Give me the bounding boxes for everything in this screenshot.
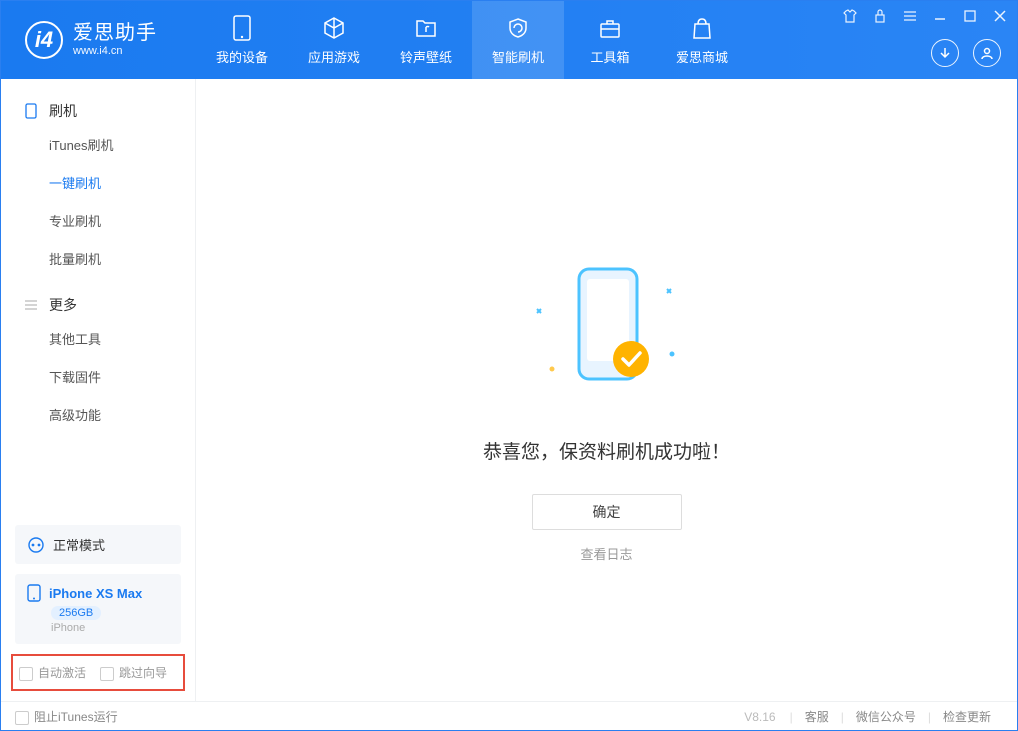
nav-tab-apps[interactable]: 应用游戏 [288,1,380,79]
sidebar-item-batch-flash[interactable]: 批量刷机 [1,239,195,277]
device-mode-box[interactable]: 正常模式 [15,525,181,564]
device-type: iPhone [51,622,169,634]
user-icon[interactable] [973,39,1001,67]
bag-icon [689,15,715,41]
nav-tabs: 我的设备 应用游戏 铃声壁纸 智能刷机 工具箱 爱思商城 [196,1,748,79]
minimize-icon[interactable] [931,7,949,25]
nav-tab-store[interactable]: 爱思商城 [656,1,748,79]
block-itunes-checkbox[interactable]: 阻止iTunes运行 [15,708,118,725]
briefcase-icon [597,15,623,41]
device-info-box[interactable]: iPhone XS Max 256GB iPhone [15,574,181,644]
logo-icon: i4 [25,21,63,59]
sidebar-item-itunes-flash[interactable]: iTunes刷机 [1,125,195,163]
phone-outline-icon [23,103,39,119]
logo-area: i4 爱思助手 www.i4.cn [1,21,196,59]
group-label: 更多 [49,295,77,315]
logo-text: 爱思助手 www.i4.cn [73,22,157,58]
sidebar-item-download-firmware[interactable]: 下载固件 [1,357,195,395]
footer-wechat-link[interactable]: 微信公众号 [844,708,928,725]
app-name: 爱思助手 [73,22,157,45]
nav-label: 爱思商城 [676,47,728,66]
sidebar-group-more: 更多 [1,291,195,319]
refresh-shield-icon [505,15,531,41]
music-folder-icon [413,15,439,41]
sidebar-item-oneclick-flash[interactable]: 一键刷机 [1,163,195,201]
menu-icon[interactable] [901,7,919,25]
nav-tab-ringwall[interactable]: 铃声壁纸 [380,1,472,79]
success-illustration [547,269,667,419]
mode-label: 正常模式 [53,535,105,554]
sidebar: 刷机 iTunes刷机 一键刷机 专业刷机 批量刷机 更多 其他工具 下载固件 … [1,79,196,701]
group-label: 刷机 [49,101,77,121]
opt-auto-activate[interactable]: 自动激活 [19,664,86,681]
nav-label: 我的设备 [216,47,268,66]
checkbox-icon [15,711,29,725]
nav-tab-device[interactable]: 我的设备 [196,1,288,79]
nav-label: 铃声壁纸 [400,47,452,66]
flash-options-highlight: 自动激活 跳过向导 [11,654,185,691]
download-icon[interactable] [931,39,959,67]
view-log-link[interactable]: 查看日志 [580,544,632,563]
footer-bar: 阻止iTunes运行 V8.16 | 客服 | 微信公众号 | 检查更新 [1,701,1017,731]
success-message: 恭喜您，保资料刷机成功啦！ [483,437,730,464]
checkbox-icon [19,667,33,681]
content-area: 恭喜您，保资料刷机成功啦！ 确定 查看日志 [196,79,1017,701]
checkbox-icon [100,667,114,681]
cube-icon [321,15,347,41]
header-right-icons [931,39,1001,67]
app-header: i4 爱思助手 www.i4.cn 我的设备 应用游戏 铃声壁纸 智能刷机 工具… [1,1,1017,79]
nav-tab-toolbox[interactable]: 工具箱 [564,1,656,79]
sidebar-item-other-tools[interactable]: 其他工具 [1,319,195,357]
device-name: iPhone XS Max [49,586,142,601]
device-storage: 256GB [51,606,101,620]
nav-tab-flash[interactable]: 智能刷机 [472,1,564,79]
footer-update-link[interactable]: 检查更新 [931,708,1003,725]
maximize-icon[interactable] [961,7,979,25]
list-icon [23,297,39,313]
shirt-icon[interactable] [841,7,859,25]
nav-label: 应用游戏 [308,47,360,66]
sync-icon [27,536,45,554]
close-icon[interactable] [991,7,1009,25]
ok-button[interactable]: 确定 [532,494,682,530]
version-label: V8.16 [744,710,775,724]
app-url: www.i4.cn [73,45,157,58]
sidebar-item-advanced[interactable]: 高级功能 [1,395,195,433]
sidebar-item-pro-flash[interactable]: 专业刷机 [1,201,195,239]
window-controls [841,7,1009,25]
lock-icon[interactable] [871,7,889,25]
opt-skip-guide[interactable]: 跳过向导 [100,664,167,681]
device-icon [27,584,41,602]
sidebar-group-flash: 刷机 [1,97,195,125]
footer-service-link[interactable]: 客服 [793,708,841,725]
nav-label: 智能刷机 [492,47,544,66]
phone-icon [229,15,255,41]
nav-label: 工具箱 [590,47,629,66]
